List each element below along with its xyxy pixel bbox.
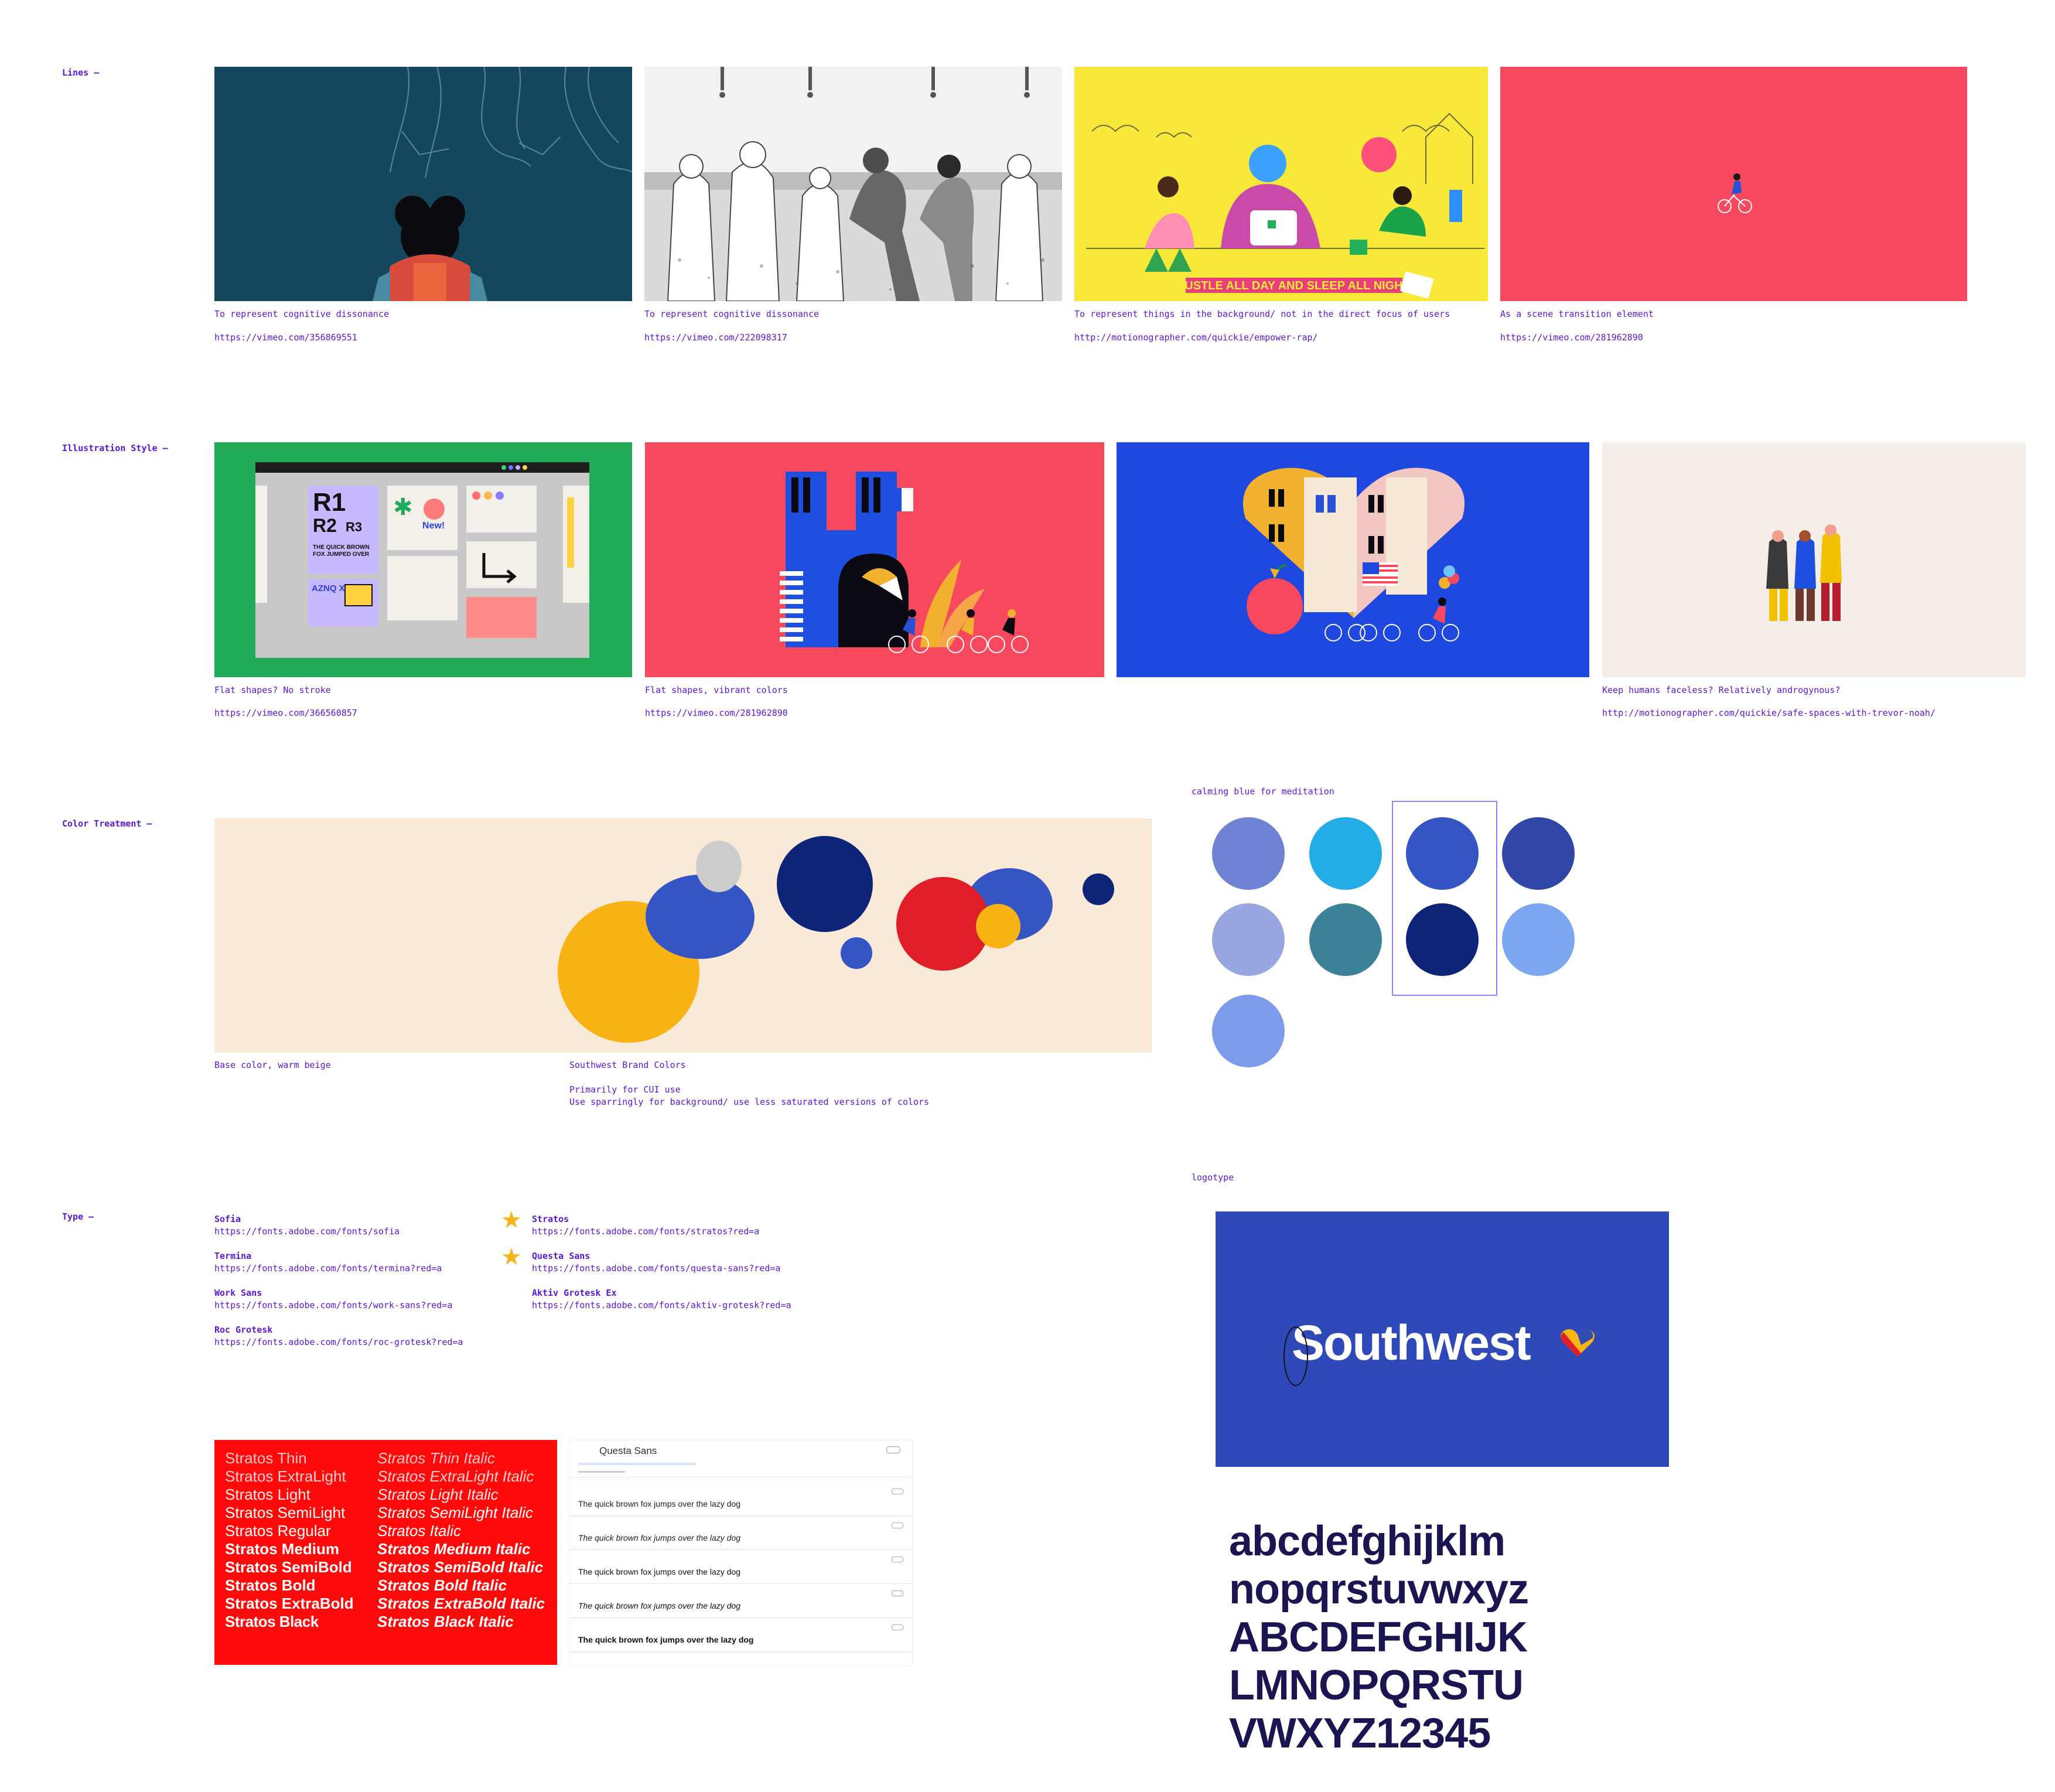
asterisk-icon: ✱ bbox=[393, 494, 413, 521]
arrow-card bbox=[466, 541, 537, 588]
type-card: R1 R2 R3 THE QUICK BROWN FOX JUMPED OVER bbox=[308, 486, 378, 574]
font-name-aktiv-grotesk: Aktiv Grotesk Ex bbox=[532, 1288, 617, 1298]
hustle-banner: HUSTLE ALL DAY AND SLEEP ALL NIGHT. bbox=[1176, 279, 1412, 292]
font-name-stratos: Stratos bbox=[532, 1214, 569, 1224]
font-name-work-sans: Work Sans bbox=[214, 1288, 262, 1298]
font-name-termina: Termina bbox=[214, 1251, 252, 1261]
lines-caption-4: As a scene transition element bbox=[1500, 309, 1654, 319]
illustration-thumbnail-1[interactable]: R1 R2 R3 THE QUICK BROWN FOX JUMPED OVER… bbox=[214, 442, 632, 677]
swatch-8[interactable] bbox=[1502, 903, 1575, 976]
swatch-4[interactable] bbox=[1502, 817, 1575, 890]
font-name-roc-grotesk: Roc Grotesk bbox=[214, 1325, 273, 1335]
lines-thumbnail-4[interactable] bbox=[1500, 67, 1967, 301]
lines-caption-2: To represent cognitive dissonance bbox=[644, 309, 820, 319]
swatch-selection-box bbox=[1392, 801, 1497, 996]
toggle-switch[interactable] bbox=[892, 1624, 903, 1630]
questa-title: Questa Sans bbox=[599, 1445, 657, 1456]
logotype-label: logotype bbox=[1192, 1172, 1234, 1183]
illustration-caption-2: Flat shapes, vibrant colors bbox=[645, 685, 788, 695]
southwest-logo-panel: Southwest bbox=[1216, 1211, 1669, 1467]
font-link-work-sans[interactable]: https://fonts.adobe.com/fonts/work-sans?… bbox=[214, 1300, 452, 1310]
illustration-caption-1: Flat shapes? No stroke bbox=[214, 685, 331, 695]
toggle-switch[interactable] bbox=[892, 1489, 903, 1494]
lines-caption-1: To represent cognitive dissonance bbox=[214, 309, 390, 319]
brand-colors-title: Southwest Brand Colors bbox=[569, 1060, 686, 1070]
annotation-circle bbox=[1283, 1326, 1308, 1386]
app-screen: R1 R2 R3 THE QUICK BROWN FOX JUMPED OVER… bbox=[255, 462, 589, 658]
swatch-2[interactable] bbox=[1309, 817, 1382, 890]
lines-thumbnail-3[interactable]: HUSTLE ALL DAY AND SLEEP ALL NIGHT. bbox=[1074, 67, 1488, 301]
swatch-1[interactable] bbox=[1212, 817, 1285, 890]
illustration-thumbnail-2[interactable] bbox=[645, 442, 1104, 677]
swatch-6[interactable] bbox=[1309, 903, 1382, 976]
base-color-caption: Base color, warm beige bbox=[214, 1060, 331, 1070]
font-name-sofia: Sofia bbox=[214, 1214, 241, 1224]
questa-row: The quick brown fox jumps over the lazy … bbox=[570, 1549, 913, 1584]
stratos-upright-list: Stratos Thin Stratos ExtraLight Stratos … bbox=[225, 1449, 354, 1630]
illustration-link-2[interactable]: https://vimeo.com/281962890 bbox=[645, 708, 788, 718]
font-link-sofia[interactable]: https://fonts.adobe.com/fonts/sofia bbox=[214, 1226, 400, 1237]
lines-thumbnail-2[interactable] bbox=[644, 67, 1062, 301]
font-link-questa-sans[interactable]: https://fonts.adobe.com/fonts/questa-san… bbox=[532, 1263, 780, 1274]
toggle-switch[interactable] bbox=[886, 1446, 900, 1453]
brand-colors-note-2: Use sparringly for background/ use less … bbox=[569, 1097, 930, 1107]
lines-link-2[interactable]: https://vimeo.com/222098317 bbox=[644, 332, 787, 343]
alphabet-line-3: ABCDEFGHIJK bbox=[1229, 1614, 1528, 1661]
section-label-lines: Lines — bbox=[62, 67, 100, 78]
toggle-switch[interactable] bbox=[892, 1557, 903, 1562]
section-label-type: Type — bbox=[62, 1211, 94, 1222]
brand-circle-blue bbox=[646, 875, 755, 959]
southwest-wordmark: Southwest bbox=[1292, 1315, 1531, 1370]
brand-circle-silver bbox=[696, 841, 742, 892]
alphabet-line-5: VWXYZ12345 bbox=[1229, 1710, 1491, 1757]
brand-circle-navy bbox=[777, 836, 873, 932]
illustration-caption-4: Keep humans faceless? Relatively androgy… bbox=[1602, 685, 1841, 695]
toggle-switch[interactable] bbox=[892, 1590, 903, 1596]
palette-label: calming blue for meditation bbox=[1192, 786, 1334, 797]
heart-icon bbox=[1561, 1329, 1595, 1357]
color-treatment-panel bbox=[214, 818, 1152, 1053]
illustration-thumbnail-4[interactable] bbox=[1602, 442, 2026, 677]
font-name-questa-sans: Questa Sans bbox=[532, 1251, 590, 1261]
questa-row: The quick brown fox jumps over the lazy … bbox=[570, 1515, 913, 1550]
section-label-illustration: Illustration Style — bbox=[62, 443, 168, 453]
stratos-specimen: Stratos Thin Stratos ExtraLight Stratos … bbox=[214, 1440, 557, 1665]
star-icon: ★ bbox=[501, 1244, 522, 1271]
swatch-5[interactable] bbox=[1212, 903, 1285, 976]
questa-row: The quick brown fox jumps over the lazy … bbox=[570, 1583, 913, 1618]
section-label-color: Color Treatment — bbox=[62, 818, 152, 829]
font-link-termina[interactable]: https://fonts.adobe.com/fonts/termina?re… bbox=[214, 1263, 442, 1274]
questa-specimen: Questa Sans The quick brown fox jumps ov… bbox=[569, 1440, 913, 1666]
star-icon: ★ bbox=[501, 1207, 522, 1234]
lines-thumbnail-1[interactable] bbox=[214, 67, 632, 301]
lines-link-4[interactable]: https://vimeo.com/281962890 bbox=[1500, 332, 1643, 343]
questa-row: The quick brown fox jumps over the lazy … bbox=[570, 1482, 913, 1516]
illustration-link-1[interactable]: https://vimeo.com/366560857 bbox=[214, 708, 357, 718]
alphabet-line-2: nopqrstuvwxyz bbox=[1229, 1566, 1529, 1613]
stratos-italic-list: Stratos Thin Italic Stratos ExtraLight I… bbox=[377, 1449, 545, 1630]
font-link-aktiv-grotesk[interactable]: https://fonts.adobe.com/fonts/aktiv-grot… bbox=[532, 1300, 791, 1310]
font-link-stratos[interactable]: https://fonts.adobe.com/fonts/stratos?re… bbox=[532, 1226, 759, 1237]
toggle-switch[interactable] bbox=[892, 1523, 903, 1528]
alphabet-line-4: LMNOPQRSTU bbox=[1229, 1662, 1524, 1709]
illustration-thumbnail-3[interactable] bbox=[1117, 442, 1589, 677]
lines-link-3[interactable]: http://motionographer.com/quickie/empowe… bbox=[1074, 332, 1317, 343]
font-link-roc-grotesk[interactable]: https://fonts.adobe.com/fonts/roc-grotes… bbox=[214, 1337, 463, 1347]
illustration-link-4[interactable]: http://motionographer.com/quickie/safe-s… bbox=[1602, 708, 1935, 718]
brand-circle-small-yellow bbox=[976, 904, 1020, 948]
alphabet-line-1: abcdefghijklm bbox=[1229, 1518, 1506, 1565]
brand-circle-tiny-navy bbox=[1083, 873, 1114, 905]
app-toolbar bbox=[255, 462, 589, 473]
brand-circle-small-blue bbox=[841, 937, 872, 969]
lines-link-1[interactable]: https://vimeo.com/356869551 bbox=[214, 332, 357, 343]
questa-row: The quick brown fox jumps over the lazy … bbox=[570, 1617, 913, 1652]
new-card: ✱ New! bbox=[387, 486, 458, 550]
lines-caption-3: To represent things in the background/ n… bbox=[1074, 309, 1450, 319]
swatch-9[interactable] bbox=[1212, 995, 1285, 1067]
brand-colors-note-1: Primarily for CUI use bbox=[569, 1084, 681, 1095]
